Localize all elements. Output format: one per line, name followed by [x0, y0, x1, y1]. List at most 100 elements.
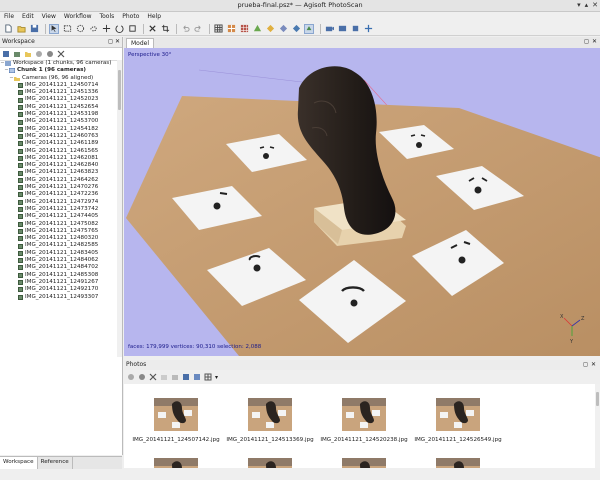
- rotate-right-icon[interactable]: [171, 373, 179, 381]
- photo-thumbnail[interactable]: [130, 458, 222, 468]
- workspace-scrollbar[interactable]: [117, 60, 122, 357]
- show-trackball-button[interactable]: [363, 24, 373, 34]
- list-item[interactable]: IMG_20141121_12462081: [0, 155, 116, 162]
- view-details-icon[interactable]: [193, 373, 201, 381]
- list-item[interactable]: IMG_20141121_12472236: [0, 191, 116, 198]
- point-cloud-button[interactable]: [226, 24, 236, 34]
- open-button[interactable]: [16, 24, 26, 34]
- photo-thumbnail[interactable]: IMG_20141121_124526549.jpg: [412, 398, 504, 443]
- navigation-button[interactable]: [49, 23, 59, 34]
- list-item[interactable]: IMG_20141121_12461189: [0, 140, 116, 147]
- rotate-region-button[interactable]: [114, 24, 124, 34]
- view-dropdown-icon[interactable]: ▾: [215, 374, 218, 381]
- disable-camera-icon[interactable]: [138, 373, 146, 381]
- free-select-button[interactable]: [88, 24, 98, 34]
- list-item[interactable]: IMG_20141121_12493307: [0, 294, 116, 301]
- model-viewport[interactable]: X Z Y Perspective 30° faces: 179,999 ver…: [124, 48, 600, 356]
- list-item[interactable]: IMG_20141121_12453198: [0, 111, 116, 118]
- photo-thumbnail[interactable]: [224, 458, 316, 468]
- menu-view[interactable]: View: [38, 12, 60, 22]
- tab-workspace[interactable]: Workspace: [0, 457, 38, 469]
- list-item[interactable]: IMG_20141121_12483405: [0, 250, 116, 257]
- camera-view-button[interactable]: [324, 24, 334, 34]
- tiled-model-button[interactable]: [304, 23, 314, 34]
- add-folder-icon[interactable]: [24, 50, 32, 58]
- dense-cloud-button[interactable]: [239, 24, 249, 34]
- list-item[interactable]: IMG_20141121_12492170: [0, 286, 116, 293]
- list-item[interactable]: IMG_20141121_12472974: [0, 199, 116, 206]
- list-item[interactable]: IMG_20141121_12484062: [0, 257, 116, 264]
- wireframe-model-button[interactable]: [278, 24, 288, 34]
- list-item[interactable]: IMG_20141121_12475082: [0, 221, 116, 228]
- show-images-button[interactable]: [337, 24, 347, 34]
- move-region-button[interactable]: [101, 24, 111, 34]
- list-item[interactable]: IMG_20141121_12485308: [0, 272, 116, 279]
- menu-edit[interactable]: Edit: [18, 12, 38, 22]
- tree-chunk[interactable]: − Chunk 1 (96 cameras): [0, 67, 116, 74]
- menu-file[interactable]: File: [0, 12, 18, 22]
- remove-icon[interactable]: [57, 50, 65, 58]
- photo-thumbnail[interactable]: [412, 458, 504, 468]
- float-panel-icon[interactable]: ◻: [583, 360, 588, 370]
- scrollbar-thumb[interactable]: [596, 392, 599, 406]
- minimize-icon[interactable]: ▾: [577, 0, 581, 11]
- list-item[interactable]: IMG_20141121_12460763: [0, 133, 116, 140]
- close-icon[interactable]: ✕: [592, 0, 598, 11]
- rotate-left-icon[interactable]: [160, 373, 168, 381]
- solid-model-button[interactable]: [265, 24, 275, 34]
- list-item[interactable]: IMG_20141121_12475765: [0, 228, 116, 235]
- scrollbar-thumb[interactable]: [118, 70, 121, 110]
- textured-model-button[interactable]: [291, 24, 301, 34]
- photo-thumbnail[interactable]: [318, 458, 410, 468]
- list-item[interactable]: IMG_20141121_12464262: [0, 177, 116, 184]
- disable-icon[interactable]: [46, 50, 54, 58]
- float-panel-icon[interactable]: ◻: [584, 38, 589, 45]
- menu-workflow[interactable]: Workflow: [60, 12, 96, 22]
- resize-region-button[interactable]: [127, 24, 137, 34]
- save-button[interactable]: [29, 24, 39, 34]
- list-item[interactable]: IMG_20141121_12451336: [0, 89, 116, 96]
- new-file-button[interactable]: [3, 24, 13, 34]
- list-item[interactable]: IMG_20141121_12462840: [0, 162, 116, 169]
- enable-icon[interactable]: [35, 50, 43, 58]
- add-chunk-icon[interactable]: [2, 50, 10, 58]
- list-item[interactable]: IMG_20141121_12473742: [0, 206, 116, 213]
- tree-cameras-folder[interactable]: − Cameras (96, 96 aligned): [0, 75, 116, 82]
- circle-select-button[interactable]: [75, 24, 85, 34]
- float-panel-icon[interactable]: ◻: [108, 37, 113, 47]
- shaded-model-button[interactable]: [252, 24, 262, 34]
- rect-select-button[interactable]: [62, 24, 72, 34]
- remove-camera-icon[interactable]: [149, 373, 157, 381]
- photo-thumbnail[interactable]: IMG_20141121_124513369.jpg: [224, 398, 316, 443]
- close-panel-icon[interactable]: ✕: [115, 37, 120, 47]
- redo-button[interactable]: [193, 24, 203, 34]
- menu-photo[interactable]: Photo: [118, 12, 143, 22]
- list-item[interactable]: IMG_20141121_12470276: [0, 184, 116, 191]
- menu-tools[interactable]: Tools: [95, 12, 118, 22]
- enable-camera-icon[interactable]: [127, 373, 135, 381]
- add-photos-icon[interactable]: [13, 50, 21, 58]
- photo-thumbnail[interactable]: IMG_20141121_124520238.jpg: [318, 398, 410, 443]
- list-item[interactable]: IMG_20141121_12484702: [0, 264, 116, 271]
- reset-view-button[interactable]: [350, 24, 360, 34]
- delete-selection-button[interactable]: [147, 24, 157, 34]
- tree-root[interactable]: − Workspace (1 chunks, 96 cameras): [0, 60, 116, 67]
- menu-help[interactable]: Help: [143, 12, 165, 22]
- list-item[interactable]: IMG_20141121_12482585: [0, 242, 116, 249]
- list-item[interactable]: IMG_20141121_12452023: [0, 96, 116, 103]
- list-item[interactable]: IMG_20141121_12461565: [0, 148, 116, 155]
- close-panel-icon[interactable]: ✕: [591, 360, 596, 370]
- list-item[interactable]: IMG_20141121_12474405: [0, 213, 116, 220]
- undo-button[interactable]: [180, 24, 190, 34]
- list-item[interactable]: IMG_20141121_12463823: [0, 169, 116, 176]
- list-item[interactable]: IMG_20141121_12450714: [0, 82, 116, 89]
- photos-scrollbar[interactable]: [595, 384, 600, 468]
- close-panel-icon[interactable]: ✕: [592, 38, 597, 45]
- list-item[interactable]: IMG_20141121_12454182: [0, 126, 116, 133]
- list-item[interactable]: IMG_20141121_12452654: [0, 104, 116, 111]
- show-cameras-button[interactable]: [213, 24, 223, 34]
- view-large-icon[interactable]: [182, 373, 190, 381]
- list-item[interactable]: IMG_20141121_12480320: [0, 235, 116, 242]
- photo-thumbnail[interactable]: IMG_20141121_124507142.jpg: [130, 398, 222, 443]
- list-item[interactable]: IMG_20141121_12453700: [0, 118, 116, 125]
